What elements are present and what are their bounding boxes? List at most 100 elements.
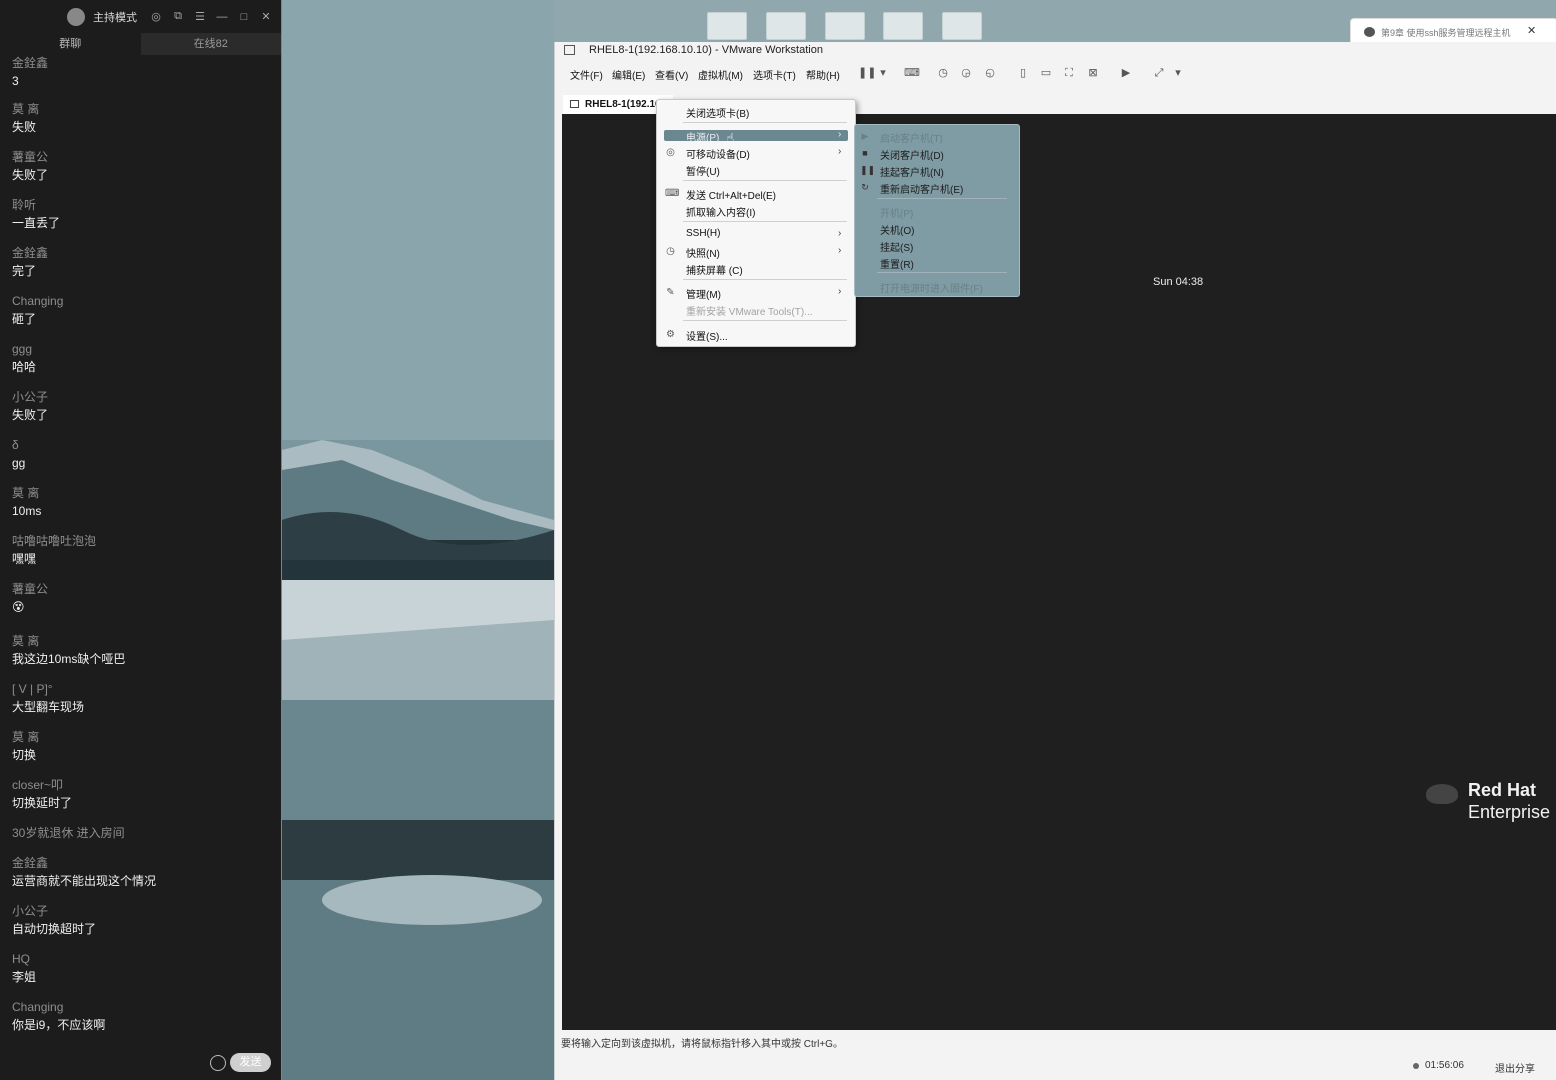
menu-help[interactable]: 帮助(H) xyxy=(806,67,840,82)
send-button[interactable]: 发送 xyxy=(230,1053,271,1072)
menu-item-restart-guest[interactable]: 重新启动客户机(E) xyxy=(880,181,963,196)
menu-item-manage[interactable]: 管理(M) xyxy=(686,286,721,301)
dropdown-arrow-icon[interactable]: ▾ xyxy=(1172,67,1184,79)
menu-item-power-off[interactable]: 关机(O) xyxy=(880,222,914,237)
chat-nickname[interactable]: 莫 离 xyxy=(12,486,274,500)
menu-item-close-tab[interactable]: 关闭选项卡(B) xyxy=(686,105,749,120)
chat-nickname[interactable]: Changing xyxy=(12,1000,274,1014)
minimize-icon[interactable]: — xyxy=(215,11,229,23)
chat-nickname[interactable]: 莫 离 xyxy=(12,102,274,116)
menu-item-snapshot[interactable]: 快照(N) xyxy=(686,245,720,260)
pause-icon: ❚❚ xyxy=(860,165,876,175)
maximize-icon[interactable]: □ xyxy=(237,11,251,23)
chat-message-list[interactable]: 金銓鑫 3 莫 离失败 薯童公 失败了 聆听 一直丢了 金銓鑫 完了 Changing 砸了 ggg 哈… xyxy=(12,56,274,1046)
menu-item-ssh[interactable]: SSH(H) xyxy=(686,228,720,239)
menu-item-reset[interactable]: 重置(R) xyxy=(880,256,914,271)
menu-item-pause[interactable]: 暂停(U) xyxy=(686,163,720,178)
menu-view[interactable]: 查看(V) xyxy=(655,67,688,82)
menu-file[interactable]: 文件(F) xyxy=(570,67,603,82)
chat-nickname[interactable]: 薯童公 xyxy=(12,150,274,164)
menu-item-send-ctrl-alt-del[interactable]: 发送 Ctrl+Alt+Del(E) xyxy=(686,187,776,202)
thumbnail-bar-icon[interactable]: ▭ xyxy=(1040,67,1052,79)
chat-message: 聆听 一直丢了 xyxy=(12,198,274,231)
exit-share-button[interactable]: 退出分享 xyxy=(1495,1060,1535,1075)
chat-nickname[interactable]: 金銓鑫 xyxy=(12,856,274,870)
dropdown-arrow-icon[interactable]: ▾ xyxy=(877,67,889,79)
chat-message: 小公子自动切换超时了 xyxy=(12,904,274,937)
chat-message: 薯童公 失败了 xyxy=(12,150,274,183)
tab-group-chat[interactable]: 群聊 xyxy=(0,33,141,55)
menu-item-capture-screen[interactable]: 捕获屏幕 (C) xyxy=(686,262,743,277)
chat-message: δ gg xyxy=(12,438,274,471)
library-icon[interactable]: ▯ xyxy=(1017,67,1029,79)
unity-icon[interactable]: ⊠ xyxy=(1087,67,1099,79)
chat-message: 金銓鑫 完了 xyxy=(12,246,274,279)
close-icon[interactable]: ✕ xyxy=(259,10,273,23)
chat-text: 我这边10ms缺个哑巴 xyxy=(12,652,126,666)
menu-item-power[interactable]: 电源(P) xyxy=(686,129,719,144)
menu-edit[interactable]: 编辑(E) xyxy=(612,67,645,82)
menu-separator xyxy=(877,198,1007,199)
chat-nickname[interactable]: 金銓鑫 xyxy=(12,246,274,260)
chat-nickname[interactable]: δ xyxy=(12,438,274,452)
desktop-file-icon[interactable] xyxy=(766,12,806,40)
host-avatar[interactable] xyxy=(67,7,85,26)
revert-snapshot-icon[interactable]: ◶ xyxy=(960,67,972,79)
chat-text: 😵 xyxy=(12,600,25,614)
snapshot-icon[interactable]: ◷ xyxy=(937,67,949,79)
menu-item-shutdown-guest[interactable]: 关闭客户机(D) xyxy=(880,147,944,162)
emoji-icon[interactable] xyxy=(210,1055,226,1071)
send-ctrl-alt-del-icon[interactable]: ⌨ xyxy=(904,67,920,79)
chat-nickname[interactable]: HQ xyxy=(12,952,274,966)
desktop-file-icon[interactable] xyxy=(942,12,982,40)
host-mode-label[interactable]: 主持模式 xyxy=(93,9,137,25)
restart-icon: ↻ xyxy=(861,182,869,192)
desktop-file-icon[interactable] xyxy=(883,12,923,40)
chat-nickname[interactable]: 小公子 xyxy=(12,390,274,404)
chat-nickname[interactable]: [ V | P]° xyxy=(12,682,274,696)
chat-nickname[interactable]: 莫 离 xyxy=(12,730,274,744)
chat-text: gg xyxy=(12,456,26,470)
menu-tabs[interactable]: 选项卡(T) xyxy=(753,67,796,82)
menu-separator xyxy=(877,272,1007,273)
chat-nickname[interactable]: Changing xyxy=(12,294,274,308)
menu-vm[interactable]: 虚拟机(M) xyxy=(698,67,743,82)
menu-item-suspend-guest[interactable]: 挂起客户机(N) xyxy=(880,164,944,179)
chat-nickname[interactable]: 小公子 xyxy=(12,904,274,918)
chat-message: ggg 哈哈 xyxy=(12,342,274,375)
close-icon[interactable]: ✕ xyxy=(1527,24,1536,37)
chat-text: 自动切换超时了 xyxy=(12,922,97,936)
pause-icon[interactable]: ❚❚ xyxy=(858,67,876,79)
desktop-wallpaper xyxy=(282,0,554,1080)
settings-icon[interactable]: ◎ xyxy=(149,10,163,23)
chat-nickname[interactable]: 聆听 xyxy=(12,198,274,212)
chat-nickname[interactable]: 咕噜咕噜吐泡泡 xyxy=(12,534,274,548)
chat-nickname[interactable]: 30岁就退休 进入房间 xyxy=(12,826,274,840)
desktop-file-icon[interactable] xyxy=(825,12,865,40)
menu-icon[interactable]: ☰ xyxy=(193,10,207,23)
desktop-file-icon[interactable] xyxy=(707,12,747,40)
chevron-right-icon: › xyxy=(838,228,842,239)
chat-nickname[interactable]: ggg xyxy=(12,342,274,356)
menu-item-grab-input[interactable]: 抓取输入内容(I) xyxy=(686,204,755,219)
chat-nickname[interactable]: 薯童公 xyxy=(12,582,274,596)
chat-nickname[interactable]: 金銓鑫 xyxy=(12,56,274,70)
chat-nickname[interactable]: 莫 离 xyxy=(12,634,274,648)
full-screen-icon[interactable]: ⛶ xyxy=(1063,67,1075,79)
status-hint: 要将输入定向到该虚拟机，请将鼠标指针移入其中或按 Ctrl+G。 xyxy=(561,1039,843,1050)
menu-item-removable-devices[interactable]: 可移动设备(D) xyxy=(686,146,750,161)
chat-nickname[interactable]: closer~叩 xyxy=(12,778,274,792)
popout-icon[interactable]: ⧉ xyxy=(171,10,185,23)
stretch-guest-icon[interactable]: ⤢ xyxy=(1153,67,1165,79)
menu-separator xyxy=(683,180,847,181)
chat-text: 运营商就不能出现这个情况 xyxy=(12,874,157,888)
snapshot-manager-icon[interactable]: ◵ xyxy=(984,67,996,79)
chat-input-bar: 发送 xyxy=(0,1048,281,1080)
guest-clock: Sun 04:38 xyxy=(1153,276,1204,288)
menu-item-suspend[interactable]: 挂起(S) xyxy=(880,239,913,254)
chat-text: 砸了 xyxy=(12,312,37,326)
tab-online[interactable]: 在线82 xyxy=(140,33,281,55)
menu-item-settings[interactable]: 设置(S)... xyxy=(686,328,728,343)
vm-icon xyxy=(570,100,579,108)
console-icon[interactable]: ▶ xyxy=(1120,67,1132,79)
